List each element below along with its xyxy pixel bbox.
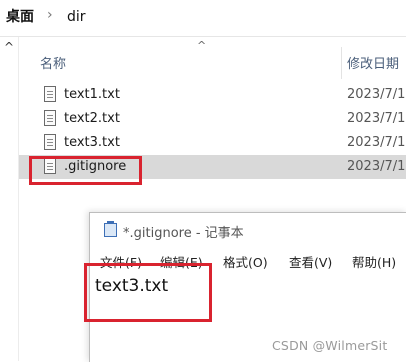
- file-name: text2.txt: [64, 111, 120, 126]
- menu-file[interactable]: 文件(F): [100, 252, 142, 271]
- menu-help[interactable]: 帮助(H): [352, 252, 396, 271]
- file-name: text3.txt: [64, 135, 120, 150]
- breadcrumb-item-dir[interactable]: dir: [67, 8, 86, 26]
- column-header: ^ 名称 修改日期: [19, 37, 406, 79]
- file-date: 2023/7/1: [347, 159, 406, 174]
- breadcrumb: 桌面 › dir: [0, 0, 406, 37]
- file-row-text1[interactable]: text1.txt 2023/7/1: [19, 83, 406, 107]
- watermark: CSDN @WilmerSit: [272, 338, 388, 353]
- menu-edit[interactable]: 编辑(E): [160, 252, 203, 271]
- file-date: 2023/7/1: [347, 87, 406, 102]
- file-row-text2[interactable]: text2.txt 2023/7/1: [19, 107, 406, 131]
- notepad-titlebar[interactable]: *.gitignore - 记事本: [90, 213, 406, 247]
- file-row-gitignore[interactable]: .gitignore 2023/7/1: [19, 155, 406, 179]
- collapse-chevron-icon[interactable]: ^: [4, 40, 14, 54]
- column-header-date-modified[interactable]: 修改日期: [347, 53, 399, 72]
- text-file-icon: [44, 134, 56, 150]
- text-file-icon: [44, 110, 56, 126]
- file-name: text1.txt: [64, 87, 120, 102]
- file-date: 2023/7/1: [347, 111, 406, 126]
- navigation-pane: ^: [0, 37, 19, 361]
- notepad-title: *.gitignore - 记事本: [123, 226, 244, 241]
- sort-ascending-icon: ^: [197, 39, 207, 52]
- breadcrumb-separator-icon: ›: [47, 7, 53, 23]
- file-list: text1.txt 2023/7/1 text2.txt 2023/7/1 te…: [19, 83, 406, 179]
- file-date: 2023/7/1: [347, 135, 406, 150]
- text-file-icon: [44, 158, 56, 174]
- breadcrumb-item-desktop[interactable]: 桌面: [6, 8, 34, 26]
- file-row-text3[interactable]: text3.txt 2023/7/1: [19, 131, 406, 155]
- notepad-content: text3.txt: [95, 276, 169, 296]
- notepad-icon: [104, 221, 117, 237]
- column-divider[interactable]: [341, 47, 342, 79]
- menu-format[interactable]: 格式(O): [223, 252, 268, 271]
- column-header-name[interactable]: 名称: [40, 53, 66, 72]
- menu-view[interactable]: 查看(V): [289, 252, 332, 271]
- file-name: .gitignore: [64, 159, 127, 174]
- notepad-menubar: 文件(F) 编辑(E) 格式(O) 查看(V) 帮助(H): [90, 249, 406, 271]
- text-file-icon: [44, 86, 56, 102]
